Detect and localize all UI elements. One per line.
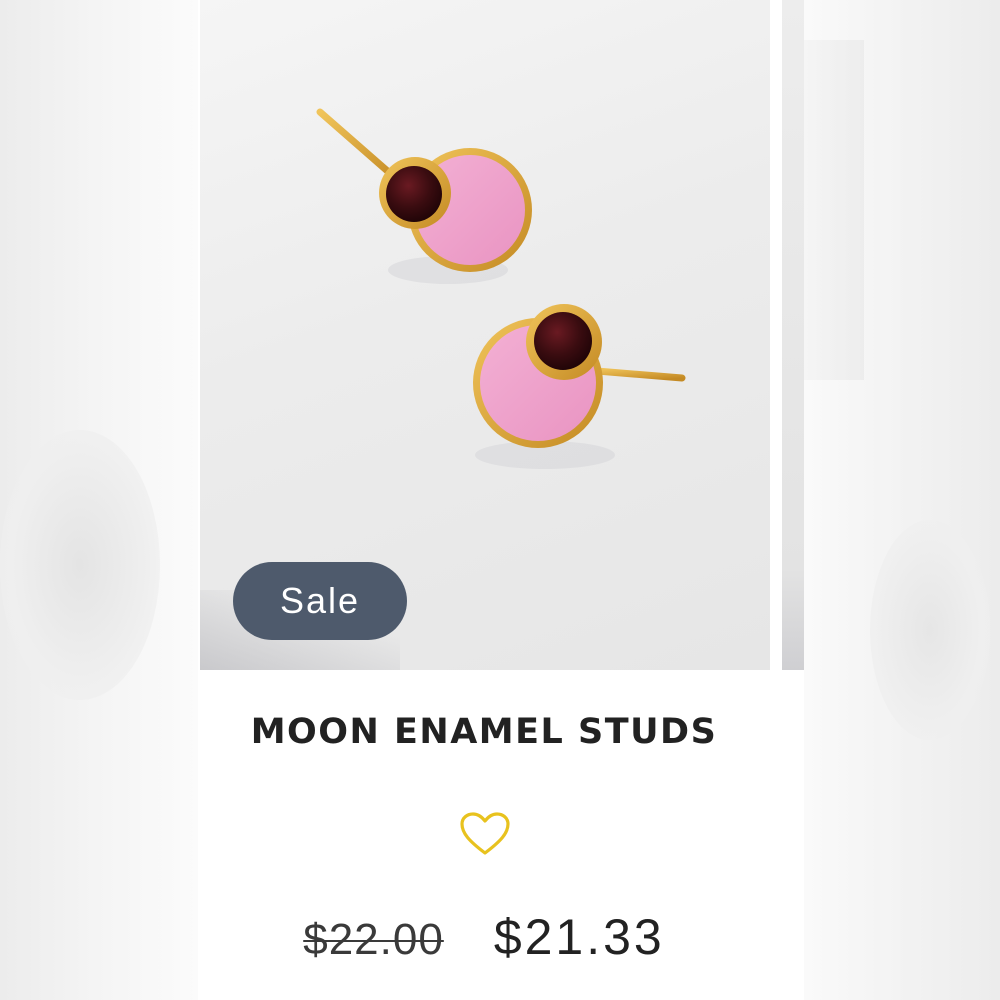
product-card[interactable]: Sale MOON ENAMEL STUDS $22.00 $21.33 (198, 0, 804, 1000)
original-price: $22.00 (303, 915, 444, 964)
price-row: $22.00 $21.33 (198, 908, 770, 966)
product-title[interactable]: MOON ENAMEL STUDS (198, 712, 770, 752)
blurred-left-background (0, 0, 198, 1000)
product-image[interactable]: Sale (200, 0, 770, 670)
sale-badge: Sale (233, 562, 407, 640)
screenshot-stage: Sale MOON ENAMEL STUDS $22.00 $21.33 (0, 0, 1000, 1000)
sale-price: $21.33 (493, 909, 665, 965)
wishlist-button[interactable] (456, 808, 514, 860)
next-product-image-edge[interactable] (782, 0, 804, 670)
heart-outline-icon (460, 812, 510, 855)
blurred-right-background (804, 0, 1000, 1000)
